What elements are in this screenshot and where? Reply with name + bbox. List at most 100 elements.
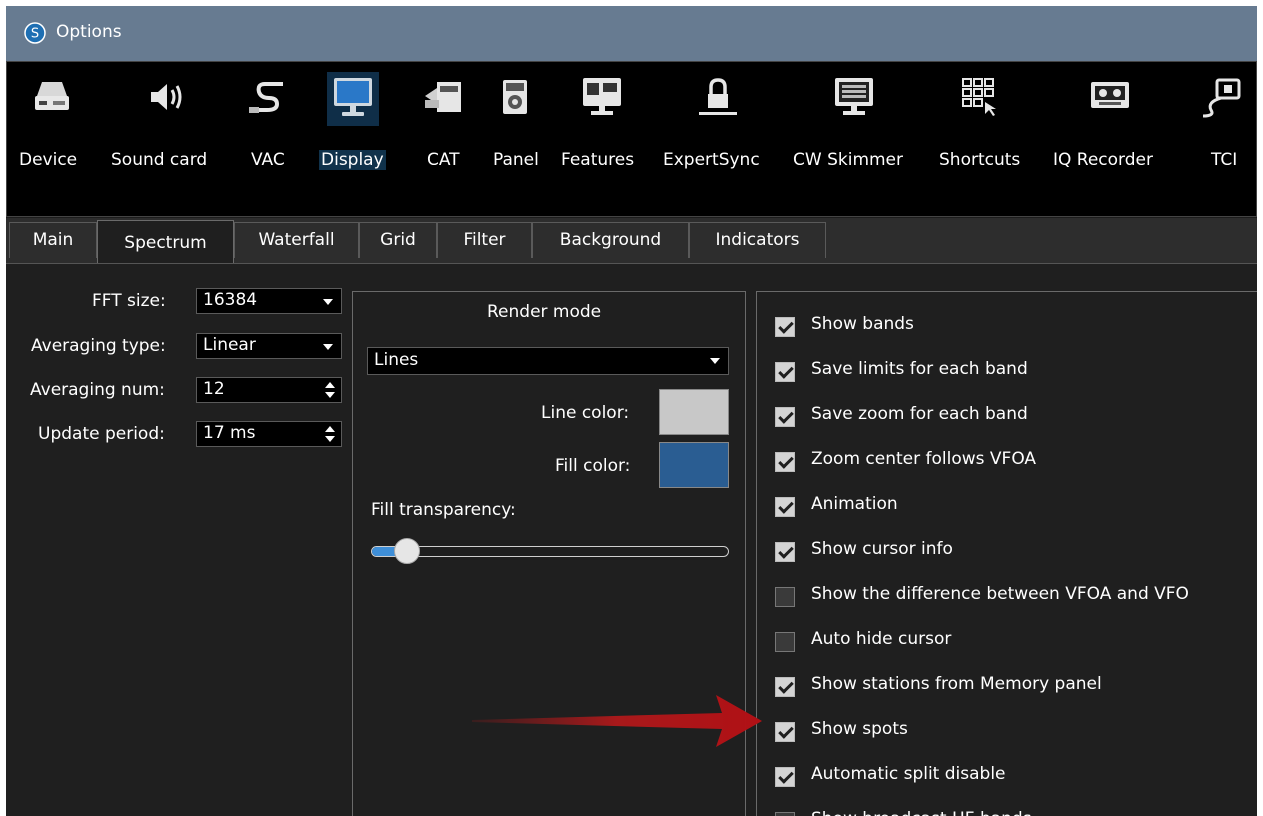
cable-icon	[249, 82, 283, 113]
checkbox-unchecked[interactable]	[775, 632, 795, 652]
app-logo-icon: S	[24, 22, 46, 44]
averaging-type-label: Averaging type:	[31, 336, 166, 356]
tab-bar: Main Spectrum Waterfall Grid Filter Back…	[6, 218, 1257, 263]
spin-up-icon[interactable]	[325, 426, 335, 432]
checkbox-checked[interactable]	[775, 542, 795, 562]
tab-background[interactable]: Background	[532, 222, 689, 258]
option-label: Zoom center follows VFOA	[811, 449, 1037, 469]
checkbox-checked[interactable]	[775, 407, 795, 427]
toolbar-expertsync[interactable]: ExpertSync	[663, 62, 773, 187]
checkbox-checked[interactable]	[775, 767, 795, 787]
tab-spectrum[interactable]: Spectrum	[97, 220, 234, 263]
tab-grid[interactable]: Grid	[359, 222, 437, 258]
toolbar-shortcuts[interactable]: Shortcuts	[939, 62, 1039, 187]
checkbox-checked[interactable]	[775, 452, 795, 472]
toolbar-shortcuts-label: Shortcuts	[939, 150, 1021, 170]
tci-icon	[1202, 78, 1241, 118]
option-label: Save zoom for each band	[811, 404, 1028, 424]
averaging-num-label: Averaging num:	[30, 380, 165, 400]
fill-color-label: Fill color:	[555, 456, 631, 476]
toolbar-vac[interactable]: VAC	[249, 62, 291, 187]
toolbar-device[interactable]: Device	[19, 62, 89, 187]
toolbar-cw-skimmer[interactable]: CW Skimmer	[793, 62, 923, 187]
render-mode-value: Lines	[374, 350, 419, 370]
window-title: Options	[56, 22, 122, 42]
toolbar-display-label: Display	[319, 150, 386, 170]
checkbox-checked[interactable]	[775, 722, 795, 742]
averaging-type-select[interactable]: Linear	[196, 333, 342, 359]
toolbar-features-label: Features	[561, 150, 635, 170]
lock-icon	[699, 78, 737, 115]
panel-icon	[503, 80, 527, 114]
toolbar-tci[interactable]: TCI	[1202, 62, 1256, 187]
option-label: Show bands	[811, 314, 914, 334]
spin-down-icon[interactable]	[325, 392, 335, 398]
update-period-spinbox[interactable]: 17 ms	[196, 421, 342, 447]
line-color-swatch[interactable]	[659, 389, 729, 435]
fill-transparency-label: Fill transparency:	[371, 500, 516, 520]
chevron-down-icon	[323, 299, 333, 305]
tape-icon	[1091, 82, 1129, 108]
fft-size-label: FFT size:	[92, 291, 166, 311]
toolbar-sound-card[interactable]: Sound card	[111, 62, 226, 187]
checkbox-checked[interactable]	[775, 677, 795, 697]
averaging-type-value: Linear	[203, 335, 256, 355]
checkbox-checked[interactable]	[775, 497, 795, 517]
tab-main[interactable]: Main	[9, 222, 97, 258]
toolbar-device-label: Device	[19, 150, 78, 170]
line-color-label: Line color:	[541, 403, 630, 423]
spectrum-options-panel: Show bands Save limits for each band Save …	[756, 291, 1257, 816]
option-label: Animation	[811, 494, 898, 514]
tab-indicators[interactable]: Indicators	[689, 222, 826, 258]
toolbar-cat[interactable]: CAT	[425, 62, 467, 187]
options-toolbar: Device Sound card VAC Display CAT Panel …	[6, 61, 1257, 217]
spin-up-icon[interactable]	[325, 382, 335, 388]
update-period-value: 17 ms	[203, 423, 256, 443]
cat-icon	[425, 82, 461, 112]
option-label: Show cursor info	[811, 539, 953, 559]
toolbar-vac-label: VAC	[251, 150, 285, 170]
fill-transparency-slider[interactable]	[371, 546, 729, 557]
toolbar-features[interactable]: Features	[561, 62, 651, 187]
toolbar-panel[interactable]: Panel	[493, 62, 543, 187]
checkbox-checked[interactable]	[775, 317, 795, 337]
option-label: Automatic split disable	[811, 764, 1006, 784]
speaker-icon	[151, 84, 182, 110]
title-bar: S Options	[6, 6, 1257, 61]
fft-size-select[interactable]: 16384	[196, 288, 342, 314]
fill-color-swatch[interactable]	[659, 442, 729, 488]
slider-knob[interactable]	[393, 538, 420, 564]
toolbar-panel-label: Panel	[493, 150, 539, 170]
annotation-arrow	[472, 695, 762, 747]
tab-filter[interactable]: Filter	[437, 222, 532, 258]
averaging-num-spinbox[interactable]: 12	[196, 377, 342, 403]
checkbox-unchecked[interactable]	[775, 587, 795, 607]
device-icon	[35, 82, 69, 110]
spin-down-icon[interactable]	[325, 436, 335, 442]
toolbar-sound-card-label: Sound card	[111, 150, 208, 170]
toolbar-display[interactable]: Display	[319, 62, 399, 187]
checkbox-checked[interactable]	[775, 362, 795, 382]
render-mode-title: Render mode	[487, 302, 602, 322]
update-period-label: Update period:	[38, 424, 165, 444]
toolbar-cat-label: CAT	[427, 150, 460, 170]
option-label: Show spots	[811, 719, 908, 739]
toolbar-cw-skimmer-label: CW Skimmer	[793, 150, 904, 170]
features-icon	[583, 78, 621, 115]
chevron-down-icon	[323, 344, 333, 350]
render-mode-select[interactable]: Lines	[367, 347, 729, 375]
toolbar-expertsync-label: ExpertSync	[663, 150, 760, 170]
keypad-icon	[962, 78, 996, 116]
toolbar-iq-recorder-label: IQ Recorder	[1053, 150, 1153, 170]
toolbar-tci-label: TCI	[1211, 150, 1238, 170]
option-label: Show stations from Memory panel	[811, 674, 1102, 694]
toolbar-iq-recorder[interactable]: IQ Recorder	[1053, 62, 1173, 187]
chevron-down-icon	[710, 358, 720, 364]
option-label: Auto hide cursor	[811, 629, 952, 649]
fft-size-value: 16384	[203, 290, 258, 310]
averaging-num-value: 12	[203, 379, 225, 399]
checkbox-unchecked[interactable]	[775, 812, 795, 816]
options-window: S Options Device Sound card VAC Display …	[6, 6, 1257, 816]
tab-waterfall[interactable]: Waterfall	[234, 222, 359, 258]
option-label: Show broadcast HF bands	[811, 809, 1032, 816]
